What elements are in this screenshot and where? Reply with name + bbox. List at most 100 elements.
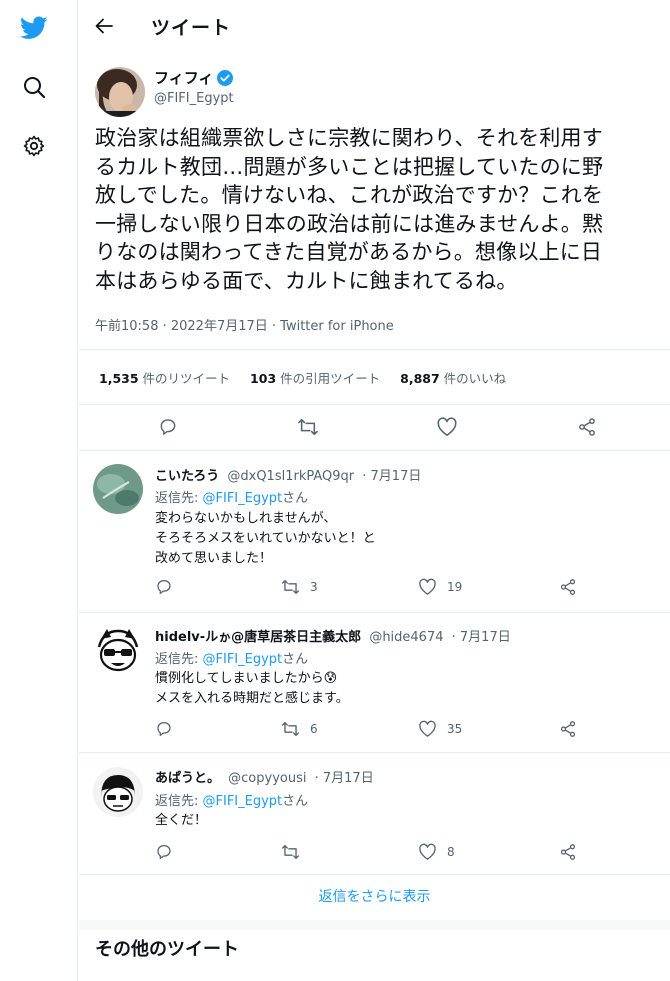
reply-author-name[interactable]: あぱうと。 [155, 771, 220, 786]
retweet-count: 6 [310, 722, 318, 736]
reply-author-name[interactable]: hidelv-ルゕ@唐草居茶日主義太郎 [155, 630, 361, 645]
reply-icon[interactable] [155, 414, 181, 440]
retweet-button[interactable]: 3 [281, 578, 318, 596]
reply-header: hidelv-ルゕ@唐草居茶日主義太郎 @hide4674 · 7月17日 [155, 626, 511, 645]
reply-text-line: そろそろメスをいれていかないと！と [155, 531, 376, 546]
reply-header: あぱうと。 @copyyousi · 7月17日 [155, 767, 374, 786]
like-count: 19 [447, 580, 463, 594]
reply-tweet[interactable]: こいたろう @dxQ1sl1rkPAQ9qr · 7月17日 返信先: @FIF… [79, 451, 670, 612]
reply-to-line: 返信先: @FIFI_Egyptさん [155, 487, 308, 506]
reply-to-mention[interactable]: @FIFI_Egypt [203, 652, 283, 667]
like-button[interactable]: 35 [418, 720, 462, 738]
reply-tweet[interactable]: hidelv-ルゕ@唐草居茶日主義太郎 @hide4674 · 7月17日 返信… [79, 613, 670, 752]
settings-gear-icon[interactable] [14, 126, 54, 166]
reply-icon[interactable] [155, 720, 173, 738]
quotes-label: 件の引用ツイート [280, 371, 381, 386]
like-count: 8 [447, 845, 455, 859]
reply-to-mention[interactable]: @FIFI_Egypt [203, 794, 283, 809]
author-avatar[interactable] [95, 67, 145, 117]
tweet-text-line: 本はあらゆる面で、カルトに蝕まれてるね。 [95, 268, 518, 293]
verified-badge-icon [217, 69, 234, 86]
top-bar: ツイート [79, 0, 670, 52]
likes-stat[interactable]: 8,887 件のいいね [400, 368, 506, 387]
retweets-stat[interactable]: 1,535 件のリツイート [99, 368, 230, 387]
search-icon[interactable] [14, 67, 54, 107]
like-icon[interactable] [434, 414, 460, 440]
reply-actions: 3 19 [155, 578, 577, 602]
reply-to-prefix: 返信先: [155, 794, 203, 809]
divider [79, 404, 670, 405]
reply-icon[interactable] [155, 843, 173, 861]
reply-avatar[interactable] [93, 464, 143, 514]
like-count: 35 [447, 722, 463, 736]
retweets-label: 件のリツイート [142, 371, 231, 386]
tweet-text: 政治家は組織票欲しさに宗教に関わり、それを利用す るカルト教団…問題が多いことは… [95, 124, 659, 296]
reply-author-handle[interactable]: @copyyousi [228, 771, 306, 786]
tweet-text-line: 放しでした。情けないね、これが政治ですか？これを [95, 183, 604, 208]
reply-date[interactable]: · 7月17日 [452, 630, 511, 645]
share-icon[interactable] [559, 843, 577, 861]
reply-date[interactable]: · 7月17日 [315, 771, 374, 786]
reply-text-line: 変わらないかもしれませんが、 [155, 511, 337, 526]
reply-actions: 6 35 [155, 720, 577, 744]
reply-tweet[interactable]: あぱうと。 @copyyousi · 7月17日 返信先: @FIFI_Egyp… [79, 753, 670, 873]
reply-date[interactable]: · 7月17日 [362, 469, 421, 484]
tweet-text-line: りなのは関わってきた自覚があるから。想像以上に日 [95, 240, 603, 265]
reply-author-name[interactable]: こいたろう [155, 469, 219, 484]
reply-to-prefix: 返信先: [155, 652, 203, 667]
reply-to-suffix: さん [282, 491, 309, 506]
tweet-timestamp[interactable]: 午前10:58 · 2022年7月17日 · Twitter for iPhon… [95, 315, 394, 334]
reply-avatar[interactable] [93, 767, 143, 817]
like-icon [419, 720, 436, 737]
reply-author-handle[interactable]: @dxQ1sl1rkPAQ9qr [227, 469, 354, 484]
reply-to-suffix: さん [282, 794, 309, 809]
share-icon[interactable] [574, 414, 600, 440]
retweet-button[interactable]: 6 [281, 720, 318, 738]
reply-text: 変わらないかもしれませんが、 そろそろメスをいれていかないと！と 改めて思いまし… [155, 509, 376, 569]
like-button[interactable]: 8 [418, 843, 455, 861]
reply-to-mention[interactable]: @FIFI_Egypt [203, 491, 283, 506]
tweet-actions [79, 408, 670, 448]
tweet-text-line: るカルト教団…問題が多いことは把握していたのに野 [95, 154, 604, 179]
reply-to-prefix: 返信先: [155, 491, 203, 506]
page-title: ツイート [151, 17, 232, 39]
reply-to-line: 返信先: @FIFI_Egyptさん [155, 790, 308, 809]
reply-actions: 8 [155, 843, 577, 867]
back-arrow-icon[interactable] [89, 11, 119, 41]
author-display-name: フィフィ [154, 69, 214, 87]
author-handle[interactable]: @FIFI_Egypt [154, 91, 234, 106]
retweet-icon [281, 721, 300, 737]
reply-to-suffix: さん [282, 652, 309, 667]
quotes-stat[interactable]: 103 件の引用ツイート [250, 368, 380, 387]
reply-text-line: 改めて思いました！ [155, 551, 273, 566]
other-tweets-heading: その他のツイート [95, 939, 239, 960]
tweet-text-line: 一掃しない限り日本の政治は前には進みませんよ。黙 [95, 211, 604, 236]
reply-avatar[interactable] [93, 625, 143, 675]
reply-text-line: 全くだ！ [155, 813, 208, 828]
reply-text-line: メスを入れる時期だと感じます。 [155, 691, 349, 706]
share-icon[interactable] [559, 720, 577, 738]
show-more-replies-link[interactable]: 返信をさらに表示 [79, 886, 670, 906]
divider [79, 349, 670, 350]
reply-icon[interactable] [155, 578, 173, 596]
reply-author-handle[interactable]: @hide4674 [369, 630, 443, 645]
tweet-text-line: 政治家は組織票欲しさに宗教に関わり、それを利用す [95, 126, 603, 150]
like-button[interactable]: 19 [418, 578, 462, 596]
likes-label: 件のいいね [443, 371, 507, 386]
retweet-icon [281, 579, 300, 595]
reply-text: 全くだ！ [155, 811, 207, 831]
retweet-icon[interactable] [295, 414, 321, 440]
twitter-logo-icon[interactable] [14, 8, 54, 48]
reply-header: こいたろう @dxQ1sl1rkPAQ9qr · 7月17日 [155, 465, 421, 484]
tweet-stats: 1,535 件のリツイート 103 件の引用ツイート 8,887 件のいいね [99, 368, 526, 387]
reply-to-line: 返信先: @FIFI_Egyptさん [155, 648, 308, 667]
retweet-count: 3 [310, 580, 318, 594]
author-name[interactable]: フィフィ [154, 67, 234, 88]
retweet-button[interactable] [281, 843, 310, 861]
reply-text-line: 慣例化してしまいましたから😰 [155, 671, 338, 686]
share-icon[interactable] [559, 578, 577, 596]
like-icon [419, 578, 436, 595]
retweet-icon [281, 844, 300, 860]
quotes-count: 103 [250, 371, 277, 386]
left-nav-rail [0, 0, 78, 981]
